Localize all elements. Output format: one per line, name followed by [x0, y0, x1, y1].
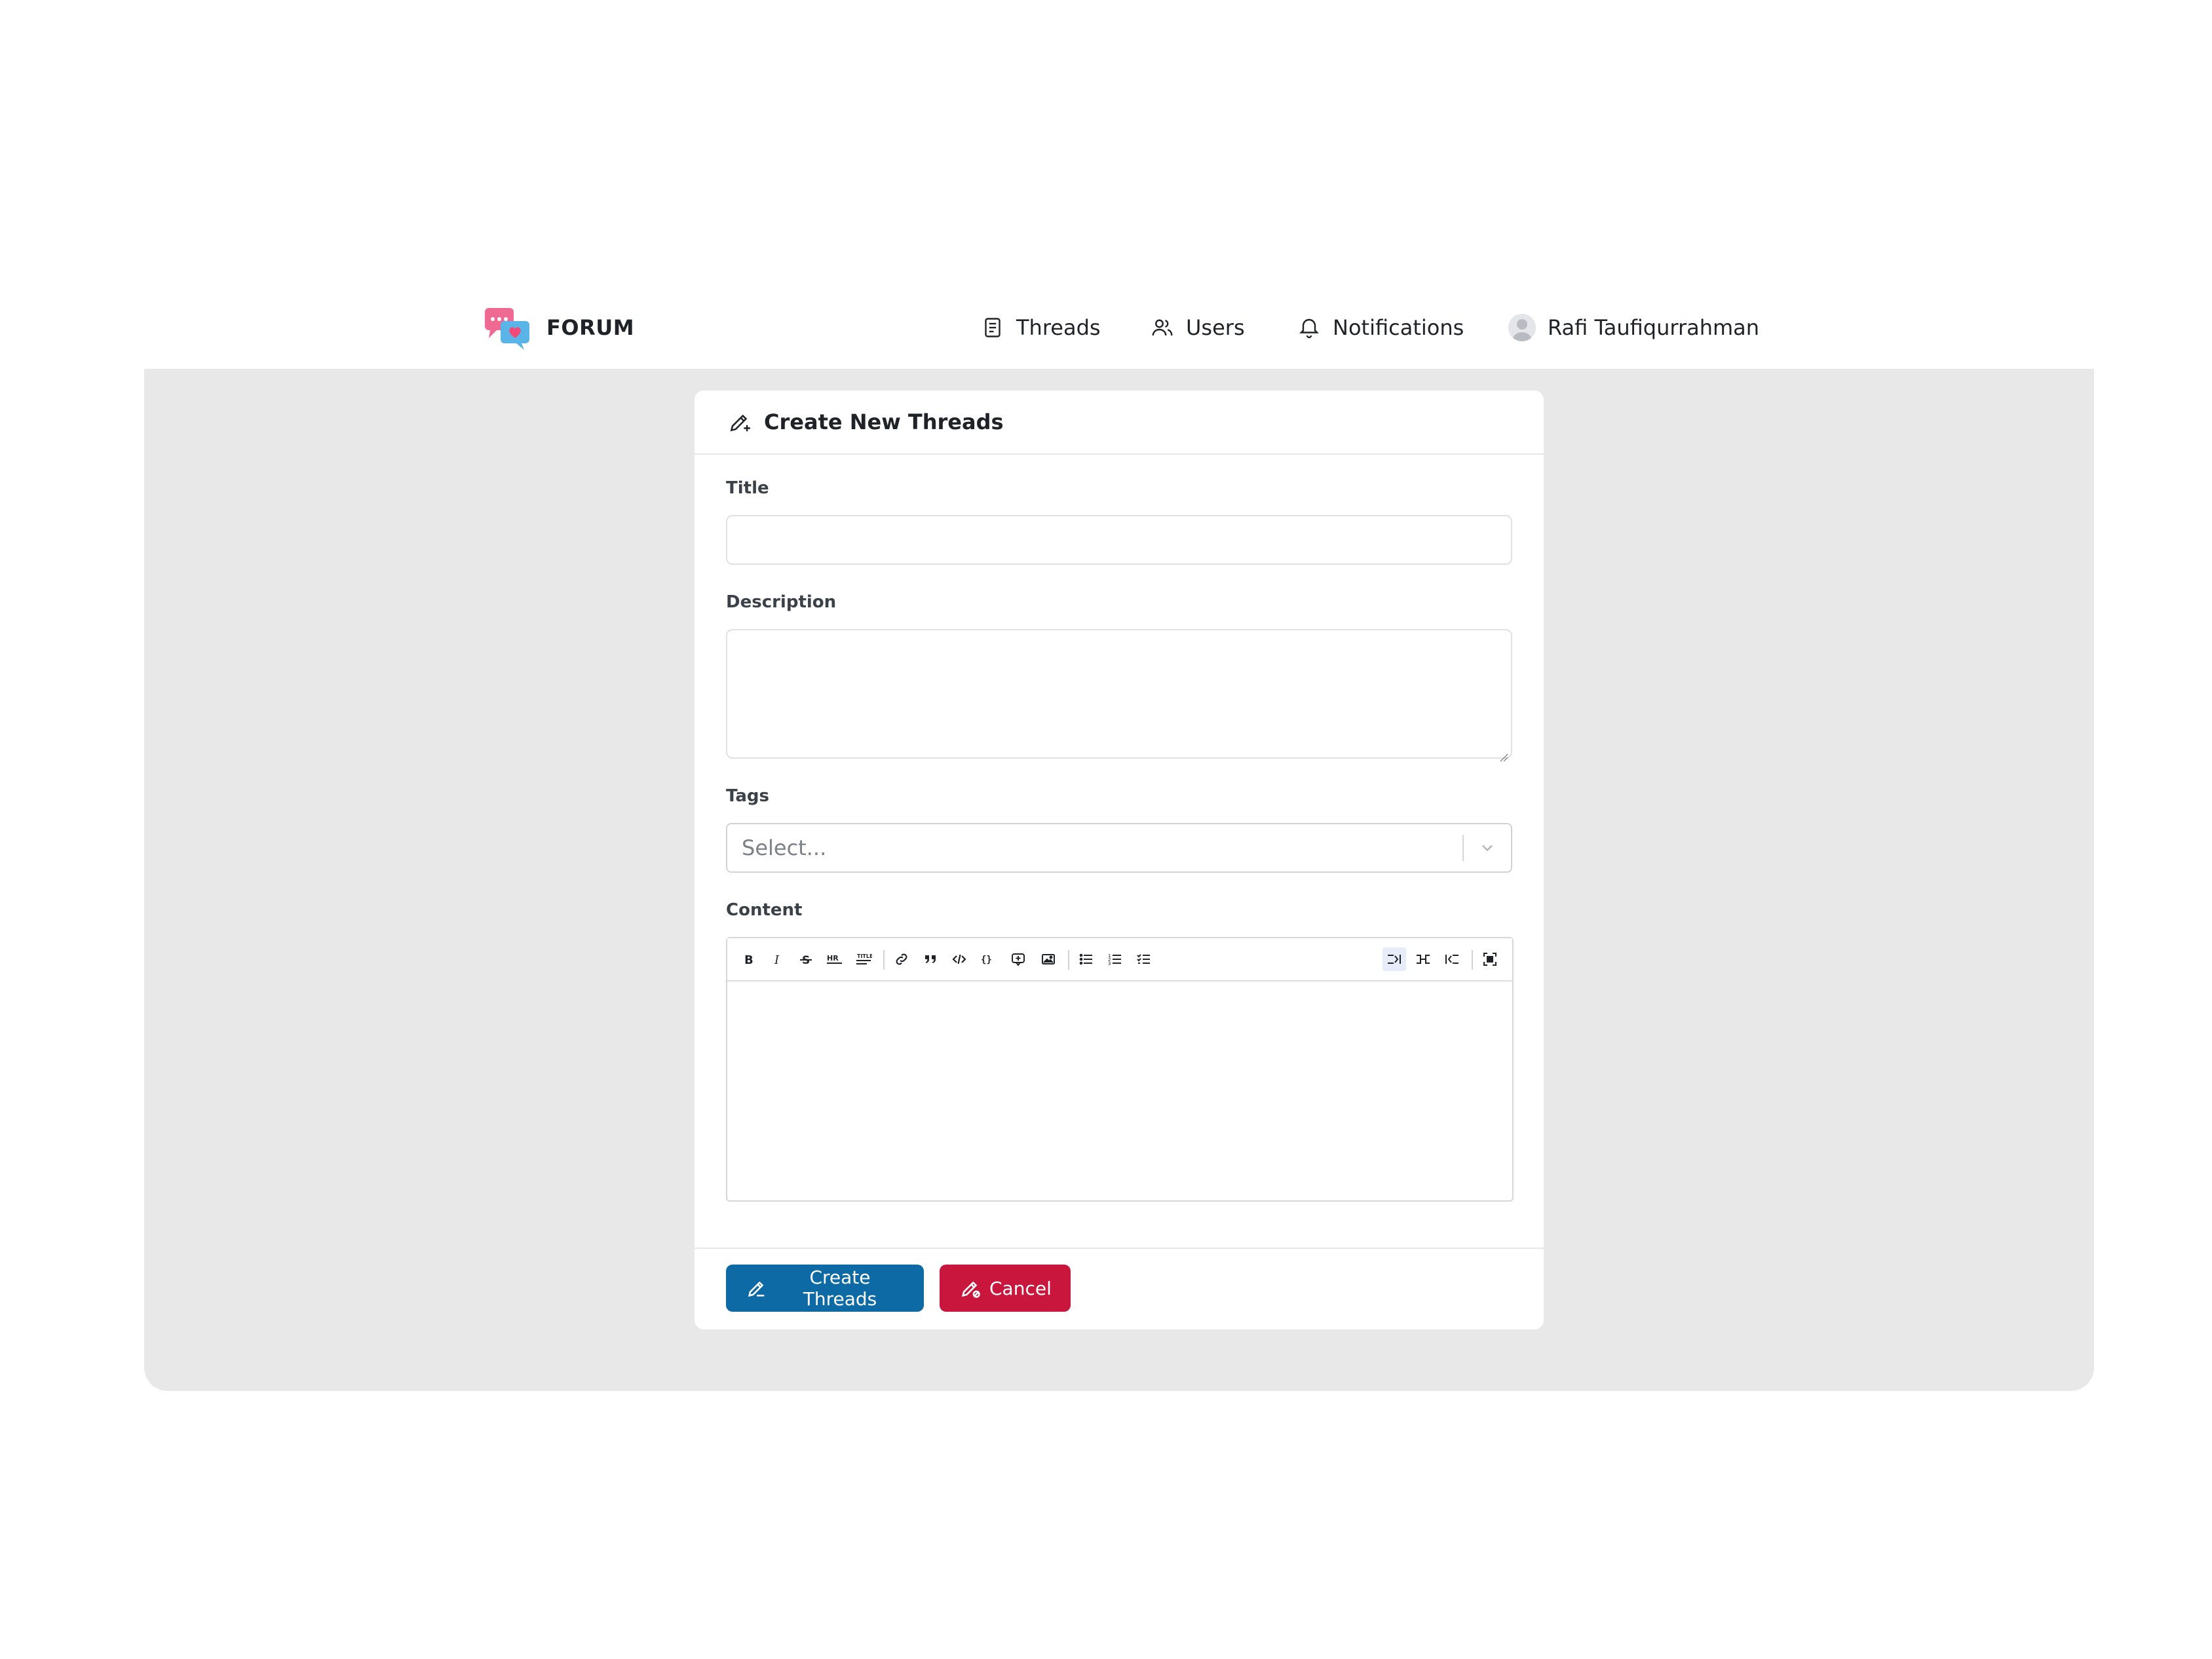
bell-icon [1297, 316, 1321, 339]
code-block-icon[interactable]: {} [976, 947, 1000, 971]
document-icon [981, 316, 1004, 339]
pencil-icon [746, 1277, 768, 1299]
create-threads-label: Create Threads [803, 1267, 877, 1310]
nav-notifications-label: Notifications [1333, 315, 1464, 340]
svg-text:3: 3 [1108, 961, 1111, 966]
strikethrough-icon[interactable]: S [794, 947, 818, 971]
svg-text:TITLE: TITLE [857, 953, 872, 959]
title-icon[interactable]: TITLE [852, 947, 875, 971]
profile-name: Rafi Taufiqurrahman [1548, 315, 1760, 340]
tags-placeholder: Select... [742, 835, 827, 860]
chevron-down-icon[interactable] [1464, 824, 1511, 871]
code-icon[interactable] [947, 947, 971, 971]
ordered-list-icon[interactable]: 123 [1103, 947, 1127, 971]
svg-text:I: I [774, 953, 780, 967]
editor-textarea[interactable] [727, 983, 1512, 1200]
navbar: FORUM Threads Users Notifications Rafi T… [0, 288, 2212, 367]
cancel-label: Cancel [989, 1277, 1052, 1299]
nav-notifications[interactable]: Notifications [1297, 309, 1464, 346]
markdown-editor[interactable]: B I S HR TITLE [726, 937, 1514, 1202]
toolbar-divider [883, 950, 885, 970]
svg-text:{}: {} [981, 955, 992, 965]
pencil-cancel-icon [959, 1277, 982, 1299]
link-icon[interactable] [890, 947, 913, 971]
title-label: Title [726, 478, 769, 498]
create-thread-card: Create New Threads Title Description Tag… [695, 391, 1544, 1329]
description-label: Description [726, 592, 837, 612]
tags-select[interactable]: Select... [726, 823, 1512, 873]
pencil-plus-icon [727, 410, 752, 434]
nav-users-label: Users [1186, 315, 1245, 340]
nav-threads[interactable]: Threads [981, 309, 1101, 346]
tags-label: Tags [726, 786, 770, 806]
nav-profile[interactable]: Rafi Taufiqurrahman [1508, 309, 1759, 346]
toolbar-divider [1472, 950, 1473, 970]
image-icon[interactable] [1037, 947, 1060, 971]
description-textarea[interactable] [726, 629, 1512, 762]
bold-icon[interactable]: B [736, 947, 760, 971]
live-mode-icon[interactable] [1411, 947, 1435, 971]
card-header: Create New Threads [695, 391, 1544, 455]
edit-mode-icon[interactable] [1382, 947, 1406, 971]
comment-icon[interactable] [1006, 947, 1030, 971]
content-label: Content [726, 900, 803, 920]
nav-users[interactable]: Users [1151, 309, 1245, 346]
editor-toolbar: B I S HR TITLE [727, 938, 1512, 982]
create-threads-button[interactable]: Create Threads [726, 1265, 924, 1312]
users-icon [1151, 316, 1174, 339]
preview-mode-icon[interactable] [1440, 947, 1464, 971]
card-footer: Create Threads Cancel [695, 1248, 1544, 1329]
card-title: Create New Threads [764, 410, 1004, 434]
unordered-list-icon[interactable] [1075, 947, 1098, 971]
brand-name: FORUM [546, 315, 635, 340]
app-root: FORUM Threads Users Notifications Rafi T… [0, 0, 2212, 1659]
toolbar-divider [1068, 950, 1069, 970]
avatar-icon [1508, 314, 1536, 341]
nav-threads-label: Threads [1016, 315, 1101, 340]
checked-list-icon[interactable] [1132, 947, 1156, 971]
resize-grip-icon[interactable] [1498, 744, 1508, 762]
fullscreen-icon[interactable] [1478, 947, 1502, 971]
title-input[interactable] [726, 515, 1512, 565]
italic-icon[interactable]: I [765, 947, 789, 971]
cancel-button[interactable]: Cancel [940, 1265, 1071, 1312]
svg-text:HR: HR [827, 954, 839, 963]
hr-icon[interactable]: HR [823, 947, 847, 971]
svg-text:B: B [744, 953, 753, 967]
forum-logo-icon [484, 304, 531, 351]
brand[interactable]: FORUM [484, 303, 634, 353]
quote-icon[interactable] [919, 947, 942, 971]
